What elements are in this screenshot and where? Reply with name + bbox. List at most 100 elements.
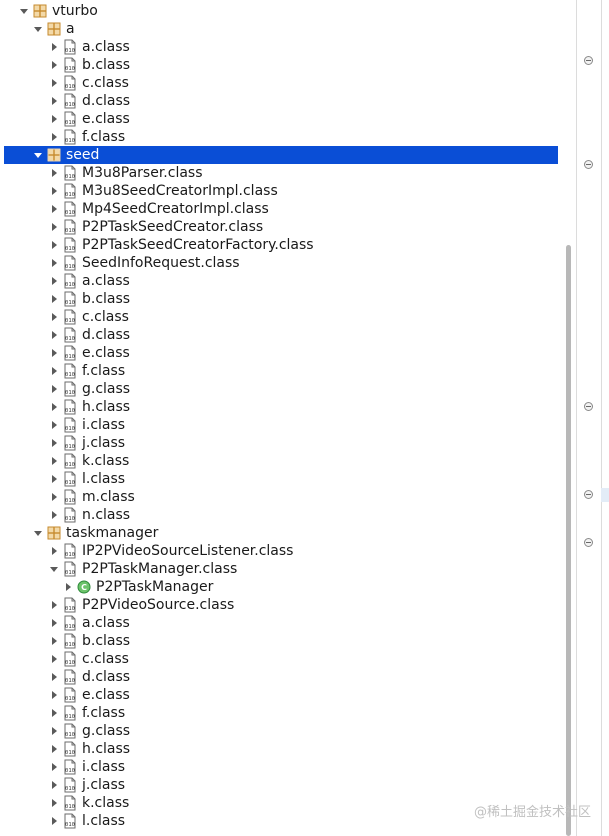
expand-closed-icon[interactable] bbox=[48, 452, 60, 470]
expand-closed-icon[interactable] bbox=[48, 794, 60, 812]
expand-closed-icon[interactable] bbox=[48, 506, 60, 524]
expand-closed-icon[interactable] bbox=[48, 470, 60, 488]
expand-closed-icon[interactable] bbox=[48, 200, 60, 218]
tree-class-node[interactable]: 010 P2PTaskManager.class bbox=[0, 560, 560, 578]
tree-package-node[interactable]: taskmanager bbox=[0, 524, 560, 542]
vertical-scrollbar-thumb[interactable] bbox=[566, 245, 571, 836]
expand-closed-icon[interactable] bbox=[48, 128, 60, 146]
expand-closed-icon[interactable] bbox=[48, 758, 60, 776]
tree-class-node[interactable]: 010 c.class bbox=[0, 308, 560, 326]
expand-open-icon[interactable] bbox=[32, 20, 44, 38]
tree-class-node[interactable]: 010 a.class bbox=[0, 38, 560, 56]
expand-closed-icon[interactable] bbox=[48, 542, 60, 560]
tree-class-node[interactable]: 010 f.class bbox=[0, 128, 560, 146]
expand-closed-icon[interactable] bbox=[48, 740, 60, 758]
expand-closed-icon[interactable] bbox=[48, 326, 60, 344]
tree-class-node[interactable]: 010 IP2PVideoSourceListener.class bbox=[0, 542, 560, 560]
tree-class-node[interactable]: 010 P2PVideoSource.class bbox=[0, 596, 560, 614]
tree-package-node[interactable]: seed bbox=[0, 146, 560, 164]
tree-class-node[interactable]: 010 d.class bbox=[0, 668, 560, 686]
tree-class-node[interactable]: 010 P2PTaskSeedCreatorFactory.class bbox=[0, 236, 560, 254]
tree-package-node[interactable]: vturbo bbox=[0, 2, 560, 20]
tree-class-node[interactable]: 010 b.class bbox=[0, 56, 560, 74]
expand-open-icon[interactable] bbox=[48, 560, 60, 578]
expand-closed-icon[interactable] bbox=[48, 38, 60, 56]
tree-class-node[interactable]: 010 e.class bbox=[0, 686, 560, 704]
tree-class-node[interactable]: 010 M3u8Parser.class bbox=[0, 164, 560, 182]
expand-closed-icon[interactable] bbox=[48, 92, 60, 110]
fold-marker-icon[interactable] bbox=[584, 490, 593, 499]
expand-open-icon[interactable] bbox=[32, 146, 44, 164]
tree-class-node[interactable]: 010 b.class bbox=[0, 290, 560, 308]
fold-marker-icon[interactable] bbox=[584, 402, 593, 411]
expand-open-icon[interactable] bbox=[32, 524, 44, 542]
expand-closed-icon[interactable] bbox=[62, 578, 74, 596]
expand-closed-icon[interactable] bbox=[48, 650, 60, 668]
expand-closed-icon[interactable] bbox=[48, 308, 60, 326]
expand-closed-icon[interactable] bbox=[48, 218, 60, 236]
side-panel-tab[interactable] bbox=[601, 488, 609, 502]
tree-class-node[interactable]: 010 k.class bbox=[0, 452, 560, 470]
expand-closed-icon[interactable] bbox=[48, 290, 60, 308]
package-explorer-tree[interactable]: vturbo a 010 a.class 010 b.class 010 c.class 010… bbox=[0, 2, 560, 830]
tree-class-node[interactable]: 010 f.class bbox=[0, 362, 560, 380]
expand-closed-icon[interactable] bbox=[48, 704, 60, 722]
expand-closed-icon[interactable] bbox=[48, 56, 60, 74]
expand-closed-icon[interactable] bbox=[48, 686, 60, 704]
expand-closed-icon[interactable] bbox=[48, 110, 60, 128]
tree-class-node[interactable]: 010 SeedInfoRequest.class bbox=[0, 254, 560, 272]
expand-closed-icon[interactable] bbox=[48, 344, 60, 362]
expand-open-icon[interactable] bbox=[18, 2, 30, 20]
tree-class-node[interactable]: 010 m.class bbox=[0, 488, 560, 506]
tree-class-node[interactable]: 010 b.class bbox=[0, 632, 560, 650]
tree-class-node[interactable]: 010 g.class bbox=[0, 722, 560, 740]
tree-class-node[interactable]: 010 n.class bbox=[0, 506, 560, 524]
expand-closed-icon[interactable] bbox=[48, 632, 60, 650]
tree-class-node[interactable]: 010 M3u8SeedCreatorImpl.class bbox=[0, 182, 560, 200]
expand-closed-icon[interactable] bbox=[48, 596, 60, 614]
expand-closed-icon[interactable] bbox=[48, 380, 60, 398]
fold-marker-icon[interactable] bbox=[584, 56, 593, 65]
tree-node-label: P2PVideoSource.class bbox=[82, 597, 235, 613]
expand-closed-icon[interactable] bbox=[48, 434, 60, 452]
tree-package-node[interactable]: a bbox=[0, 20, 560, 38]
fold-marker-icon[interactable] bbox=[584, 160, 593, 169]
expand-closed-icon[interactable] bbox=[48, 722, 60, 740]
tree-class-node[interactable]: 010 j.class bbox=[0, 776, 560, 794]
tree-class-node[interactable]: 010 f.class bbox=[0, 704, 560, 722]
tree-class-node[interactable]: 010 a.class bbox=[0, 272, 560, 290]
expand-closed-icon[interactable] bbox=[48, 182, 60, 200]
tree-class-node[interactable]: 010 P2PTaskSeedCreator.class bbox=[0, 218, 560, 236]
expand-closed-icon[interactable] bbox=[48, 614, 60, 632]
class-file-icon: 010 bbox=[62, 597, 78, 613]
expand-closed-icon[interactable] bbox=[48, 236, 60, 254]
tree-class-node[interactable]: 010 e.class bbox=[0, 110, 560, 128]
expand-closed-icon[interactable] bbox=[48, 164, 60, 182]
tree-class-node[interactable]: 010 i.class bbox=[0, 416, 560, 434]
tree-class-node[interactable]: 010 d.class bbox=[0, 92, 560, 110]
expand-closed-icon[interactable] bbox=[48, 362, 60, 380]
tree-class-node[interactable]: 010 c.class bbox=[0, 74, 560, 92]
expand-closed-icon[interactable] bbox=[48, 398, 60, 416]
tree-class-node[interactable]: 010 i.class bbox=[0, 758, 560, 776]
tree-class-node[interactable]: 010 l.class bbox=[0, 470, 560, 488]
tree-class-node[interactable]: 010 h.class bbox=[0, 740, 560, 758]
tree-class-node[interactable]: 010 g.class bbox=[0, 380, 560, 398]
expand-closed-icon[interactable] bbox=[48, 812, 60, 830]
expand-closed-icon[interactable] bbox=[48, 776, 60, 794]
expand-closed-icon[interactable] bbox=[48, 74, 60, 92]
expand-closed-icon[interactable] bbox=[48, 488, 60, 506]
tree-class-node[interactable]: 010 e.class bbox=[0, 344, 560, 362]
expand-closed-icon[interactable] bbox=[48, 416, 60, 434]
tree-class-node[interactable]: 010 h.class bbox=[0, 398, 560, 416]
tree-class-node[interactable]: 010 c.class bbox=[0, 650, 560, 668]
tree-class-node[interactable]: 010 d.class bbox=[0, 326, 560, 344]
tree-class-node[interactable]: 010 j.class bbox=[0, 434, 560, 452]
expand-closed-icon[interactable] bbox=[48, 668, 60, 686]
expand-closed-icon[interactable] bbox=[48, 272, 60, 290]
tree-class-node[interactable]: C P2PTaskManager bbox=[0, 578, 560, 596]
tree-class-node[interactable]: 010 Mp4SeedCreatorImpl.class bbox=[0, 200, 560, 218]
fold-marker-icon[interactable] bbox=[584, 538, 593, 547]
tree-class-node[interactable]: 010 a.class bbox=[0, 614, 560, 632]
expand-closed-icon[interactable] bbox=[48, 254, 60, 272]
